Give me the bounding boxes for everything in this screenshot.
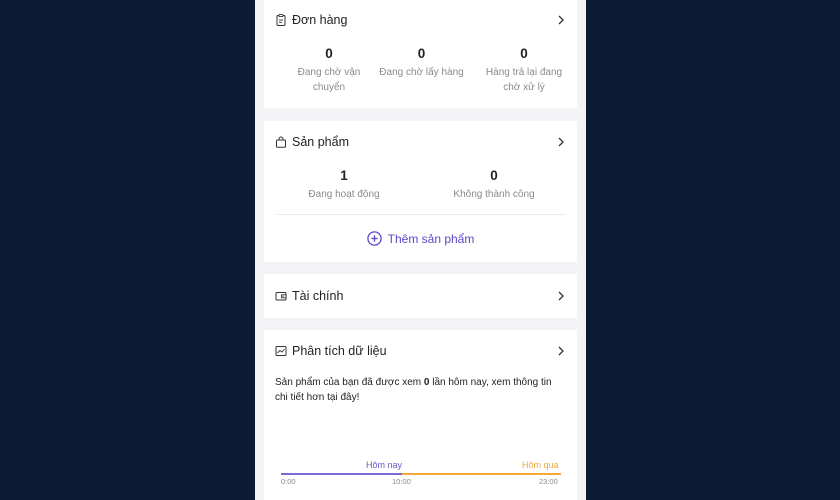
- analytics-header[interactable]: Phân tích dữ liệu: [275, 339, 566, 363]
- products-stat-label: Đang hoạt động: [308, 189, 380, 200]
- products-stat-failed[interactable]: 0 Không thành công: [444, 168, 544, 202]
- analytics-description[interactable]: Sản phẩm của bạn đã được xem 0 lần hôm n…: [275, 375, 563, 405]
- plus-circle-icon: [366, 231, 382, 246]
- analytics-card: Phân tích dữ liệu Sản phẩm của bạn đã đư…: [264, 330, 577, 500]
- orders-title: Đơn hàng: [292, 13, 348, 27]
- wallet-icon: [275, 290, 287, 302]
- timeline-today-label: Hôm nay: [366, 460, 403, 470]
- orders-header[interactable]: Đơn hàng: [275, 8, 566, 32]
- products-stat-label: Không thành công: [453, 189, 535, 200]
- orders-stat-label: Hàng trả lại đang chờ xử lý: [485, 67, 563, 93]
- chevron-right-icon[interactable]: [556, 15, 566, 25]
- finance-header[interactable]: Tài chính: [275, 284, 566, 308]
- timeline-yesterday-label: Hôm qua: [522, 460, 559, 470]
- timeline-yesterday-line: [402, 473, 561, 475]
- chevron-right-icon[interactable]: [556, 291, 566, 301]
- clipboard-icon: [275, 14, 287, 26]
- add-product-button[interactable]: Thêm sản phẩm: [264, 231, 577, 246]
- timeline-today-line: [281, 473, 402, 475]
- analytics-title: Phân tích dữ liệu: [292, 344, 387, 358]
- divider: [275, 214, 566, 215]
- shopping-bag-icon: [275, 136, 287, 148]
- finance-title: Tài chính: [292, 289, 344, 303]
- orders-stat-returns[interactable]: 0 Hàng trả lại đang chờ xử lý: [476, 46, 572, 95]
- timeline-tick: 10:00: [392, 477, 411, 486]
- mobile-screen: Đơn hàng 0 Đang chờ vận chuyển 0 Đang ch…: [255, 0, 586, 500]
- finance-card: Tài chính: [264, 274, 577, 318]
- products-header[interactable]: Sản phẩm: [275, 130, 566, 154]
- orders-stat-pending-shipping[interactable]: 0 Đang chờ vận chuyển: [284, 46, 374, 95]
- products-stat-value: 0: [490, 168, 498, 183]
- orders-stat-label: Đang chờ vận chuyển: [297, 67, 361, 93]
- chevron-right-icon[interactable]: [556, 137, 566, 147]
- timeline-tick: 23:00: [539, 477, 558, 486]
- products-card: Sản phẩm 1 Đang hoạt động 0 Không thành …: [264, 121, 577, 262]
- products-title: Sản phẩm: [292, 135, 349, 149]
- products-stat-value: 1: [340, 168, 348, 183]
- line-chart-icon: [275, 345, 287, 357]
- products-stat-active[interactable]: 1 Đang hoạt động: [294, 168, 394, 202]
- orders-stat-pending-pickup[interactable]: 0 Đang chờ lấy hàng: [374, 46, 469, 80]
- add-product-label: Thêm sản phẩm: [387, 231, 475, 246]
- chevron-right-icon[interactable]: [556, 346, 566, 356]
- orders-stat-value: 0: [325, 46, 333, 61]
- timeline-tick: 0:00: [281, 477, 296, 486]
- orders-card: Đơn hàng 0 Đang chờ vận chuyển 0 Đang ch…: [264, 0, 577, 108]
- orders-stat-value: 0: [417, 46, 426, 61]
- orders-stat-label: Đang chờ lấy hàng: [379, 67, 464, 78]
- orders-stat-value: 0: [520, 46, 528, 61]
